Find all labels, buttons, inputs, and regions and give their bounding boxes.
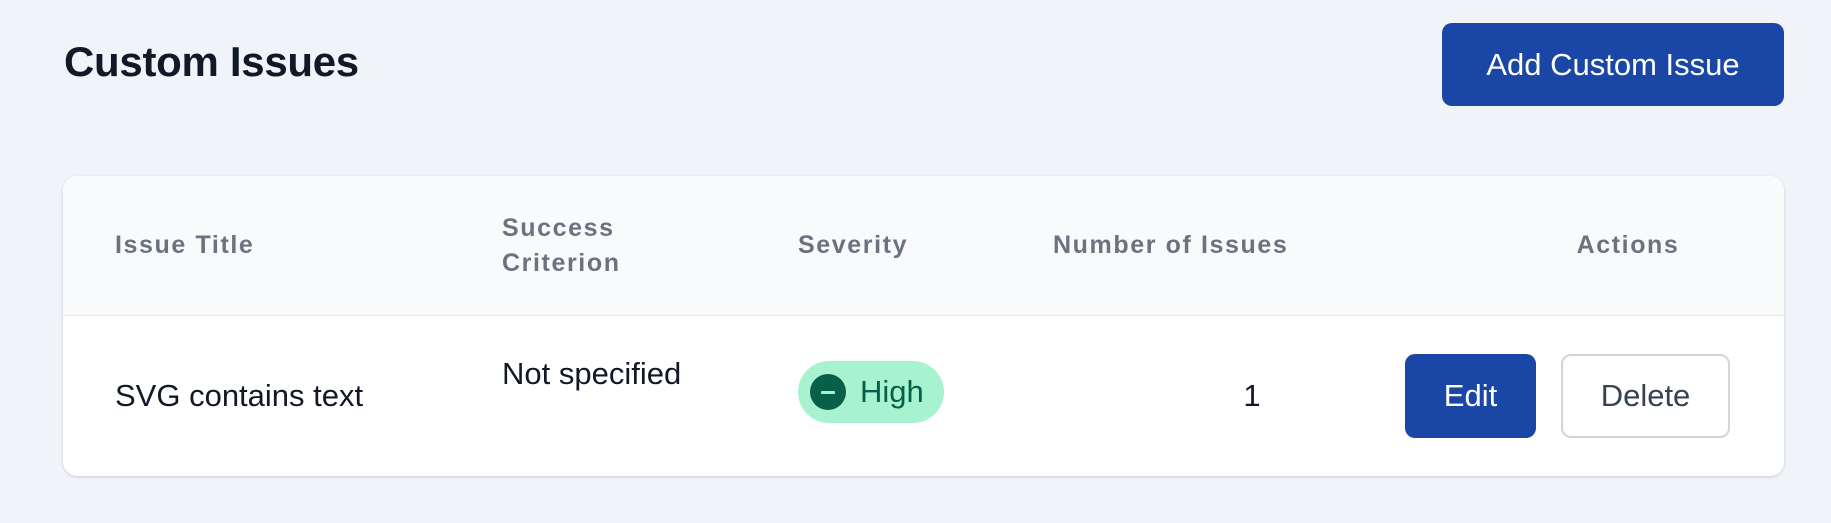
column-header-number-of-issues: Number of Issues xyxy=(1053,231,1289,259)
severity-badge: High xyxy=(798,361,944,423)
add-custom-issue-button[interactable]: Add Custom Issue xyxy=(1442,23,1784,106)
column-header-issue-title: Issue Title xyxy=(115,231,255,259)
table-row: SVG contains text Not specified High 1 E… xyxy=(63,317,1784,476)
success-criterion-cell: Not specified xyxy=(502,356,682,391)
number-of-issues-cell: 1 xyxy=(1243,378,1261,413)
column-header-actions: Actions xyxy=(1576,231,1680,259)
custom-issues-table: Issue Title Success Criterion Severity N… xyxy=(63,176,1784,476)
custom-issues-page: Custom Issues Add Custom Issue Issue Tit… xyxy=(0,0,1831,523)
column-header-severity: Severity xyxy=(798,231,909,259)
minus-circle-icon xyxy=(810,374,846,410)
issue-title-cell: SVG contains text xyxy=(115,378,364,413)
page-title: Custom Issues xyxy=(64,38,359,85)
edit-button[interactable]: Edit xyxy=(1405,354,1536,438)
column-header-success-criterion: Success Criterion xyxy=(502,214,621,277)
delete-button[interactable]: Delete xyxy=(1561,354,1730,438)
severity-label: High xyxy=(860,374,924,409)
table-header: Issue Title Success Criterion Severity N… xyxy=(63,176,1784,316)
